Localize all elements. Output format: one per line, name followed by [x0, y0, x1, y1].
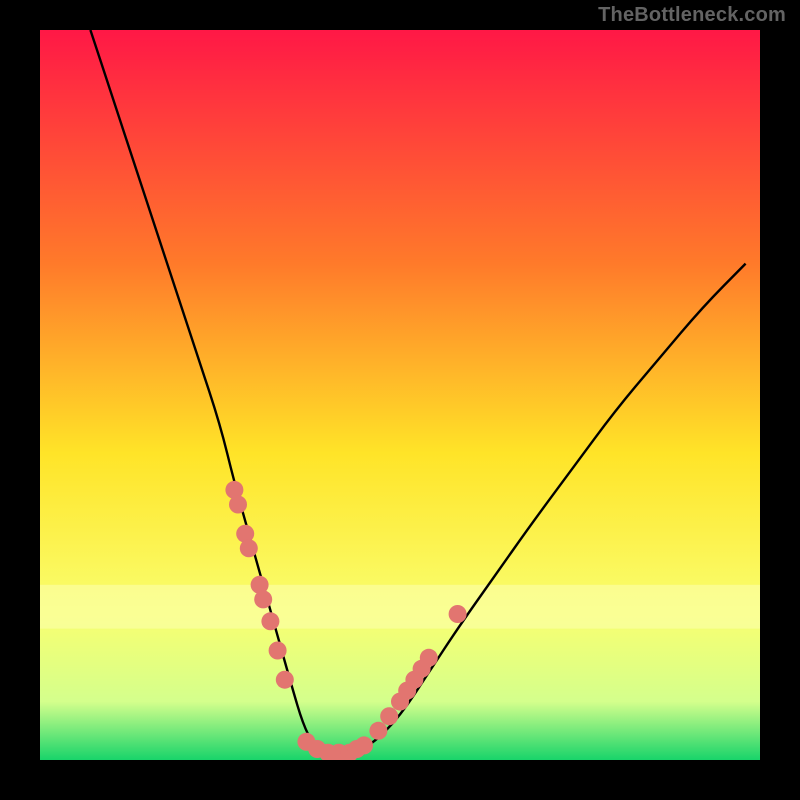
curve-marker	[449, 605, 467, 623]
curve-marker	[269, 642, 287, 660]
curve-marker	[276, 671, 294, 689]
chart-frame: TheBottleneck.com	[0, 0, 800, 800]
curve-marker	[240, 539, 258, 557]
curve-marker	[355, 736, 373, 754]
curve-marker	[254, 590, 272, 608]
curve-marker	[369, 722, 387, 740]
bottleneck-chart	[40, 30, 760, 760]
yellow-band	[40, 585, 760, 629]
curve-marker	[229, 496, 247, 514]
gradient-background	[40, 30, 760, 760]
curve-marker	[380, 707, 398, 725]
curve-marker	[261, 612, 279, 630]
curve-marker	[420, 649, 438, 667]
plot-area	[40, 30, 760, 760]
attribution-label: TheBottleneck.com	[598, 4, 786, 27]
